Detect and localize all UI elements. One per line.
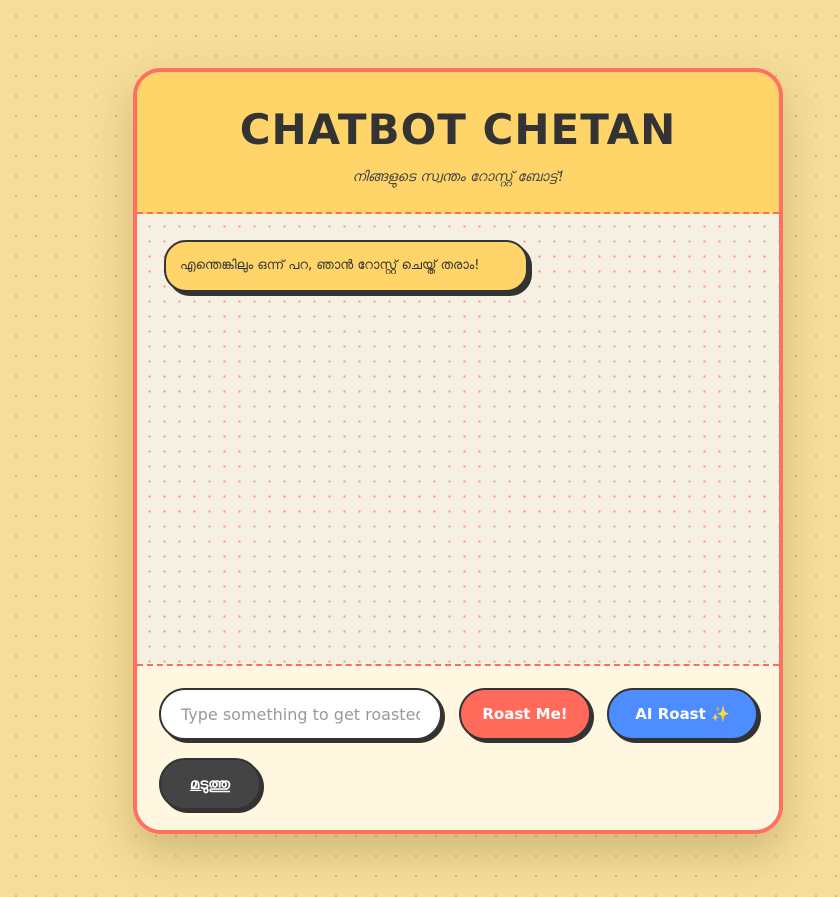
- clear-chat-label: മടുത്തു: [189, 775, 231, 793]
- app-subtitle: നിങ്ങളുടെ സ്വന്തം റോസ്റ്റ് ബോട്ട്!: [352, 169, 564, 185]
- app-title: CHATBOT CHETAN: [239, 105, 677, 154]
- message-input[interactable]: [159, 688, 442, 740]
- bot-message-bubble: എന്തെങ്കിലും ഒന്ന് പറ, ഞാൻ റോസ്റ്റ് ചെയ്…: [164, 240, 528, 292]
- chat-header: CHATBOT CHETAN നിങ്ങളുടെ സ്വന്തം റോസ്റ്റ…: [137, 72, 779, 214]
- ai-roast-button[interactable]: AI Roast ✨: [607, 688, 758, 740]
- chat-card: CHATBOT CHETAN നിങ്ങളുടെ സ്വന്തം റോസ്റ്റ…: [133, 68, 783, 834]
- chat-controls: Roast Me! AI Roast ✨ മടുത്തു: [137, 664, 779, 830]
- roast-me-button[interactable]: Roast Me!: [459, 688, 591, 740]
- chat-messages-area[interactable]: എന്തെങ്കിലും ഒന്ന് പറ, ഞാൻ റോസ്റ്റ് ചെയ്…: [137, 214, 779, 664]
- clear-chat-button[interactable]: മടുത്തു: [159, 758, 261, 810]
